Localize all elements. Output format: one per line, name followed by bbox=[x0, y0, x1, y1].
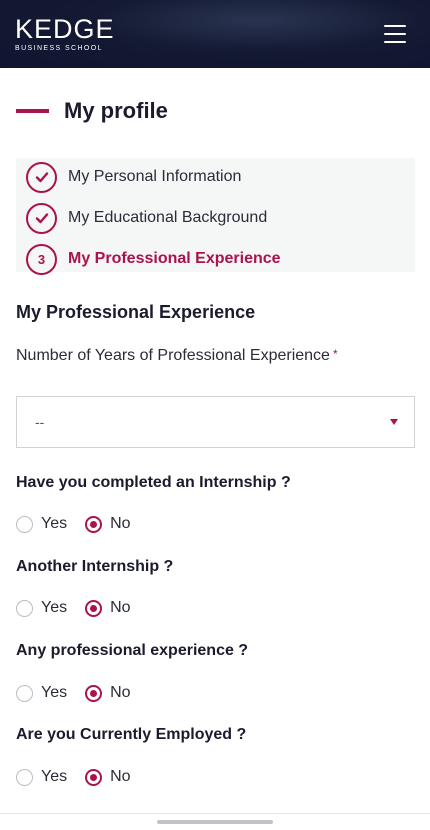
kedge-logo[interactable]: KEDGE BUSINESS SCHOOL bbox=[15, 14, 115, 53]
another-internship-question: Another Internship ? bbox=[16, 558, 174, 575]
another-internship-radio-group: Yes No bbox=[16, 599, 149, 617]
internship-yes-option[interactable]: Yes bbox=[16, 515, 67, 533]
radio-unchecked[interactable] bbox=[16, 599, 33, 617]
step-label: My Personal Information bbox=[68, 168, 242, 185]
bottom-divider bbox=[0, 813, 430, 814]
professional-experience-radio-group: Yes No bbox=[16, 684, 149, 702]
years-experience-label: Number of Years of Professional Experien… bbox=[16, 347, 338, 365]
currently-employed-no-option[interactable]: No bbox=[85, 768, 131, 786]
radio-checked[interactable] bbox=[85, 515, 103, 533]
internship-question: Have you completed an Internship ? bbox=[16, 474, 291, 491]
page-title: My profile bbox=[64, 98, 168, 123]
years-experience-label-text: Number of Years of Professional Experien… bbox=[16, 347, 330, 364]
currently-employed-yes-option[interactable]: Yes bbox=[16, 768, 67, 786]
currently-employed-radio-group: Yes No bbox=[16, 768, 149, 786]
radio-unchecked[interactable] bbox=[16, 515, 33, 533]
radio-label: No bbox=[110, 515, 131, 532]
section-title: My Professional Experience bbox=[16, 302, 256, 322]
professional-experience-question: Any professional experience ? bbox=[16, 642, 249, 659]
professional-experience-yes-option[interactable]: Yes bbox=[16, 684, 67, 702]
logo-wordmark: KEDGE bbox=[15, 14, 115, 44]
step-label: My Educational Background bbox=[68, 209, 268, 226]
hamburger-icon[interactable] bbox=[384, 25, 406, 43]
internship-no-option[interactable]: No bbox=[85, 515, 131, 533]
another-internship-yes-option[interactable]: Yes bbox=[16, 599, 67, 617]
radio-label: No bbox=[110, 599, 131, 616]
required-marker: * bbox=[332, 347, 338, 361]
years-experience-select[interactable]: -- bbox=[16, 396, 415, 448]
title-accent-dash bbox=[16, 109, 49, 113]
select-value: -- bbox=[35, 414, 45, 430]
radio-checked[interactable] bbox=[85, 599, 103, 617]
radio-label: No bbox=[110, 684, 131, 701]
radio-checked[interactable] bbox=[85, 768, 103, 786]
step-professional-experience[interactable]: 3 My Professional Experience bbox=[26, 240, 415, 278]
home-indicator[interactable] bbox=[157, 820, 273, 824]
radio-label: Yes bbox=[41, 515, 68, 532]
app-header: KEDGE BUSINESS SCHOOL bbox=[0, 0, 430, 68]
check-icon bbox=[26, 161, 57, 193]
radio-label: Yes bbox=[41, 684, 68, 701]
step-personal-information[interactable]: My Personal Information bbox=[26, 158, 415, 196]
profile-steps: My Personal Information My Educational B… bbox=[16, 158, 415, 275]
dropdown-caret-icon bbox=[390, 419, 398, 425]
radio-label: No bbox=[110, 768, 131, 785]
step-educational-background[interactable]: My Educational Background bbox=[26, 199, 415, 237]
step-label-active: My Professional Experience bbox=[68, 250, 281, 267]
logo-subtitle: BUSINESS SCHOOL bbox=[15, 45, 103, 52]
professional-experience-no-option[interactable]: No bbox=[85, 684, 131, 702]
another-internship-no-option[interactable]: No bbox=[85, 599, 131, 617]
radio-unchecked[interactable] bbox=[16, 684, 33, 702]
radio-unchecked[interactable] bbox=[16, 768, 33, 786]
step-number-badge: 3 bbox=[26, 243, 57, 275]
radio-checked[interactable] bbox=[85, 684, 103, 702]
internship-radio-group: Yes No bbox=[16, 515, 149, 533]
page-title-row: My profile bbox=[16, 98, 168, 124]
radio-label: Yes bbox=[41, 599, 68, 616]
currently-employed-question: Are you Currently Employed ? bbox=[16, 726, 247, 743]
check-icon bbox=[26, 202, 57, 234]
radio-label: Yes bbox=[41, 768, 68, 785]
